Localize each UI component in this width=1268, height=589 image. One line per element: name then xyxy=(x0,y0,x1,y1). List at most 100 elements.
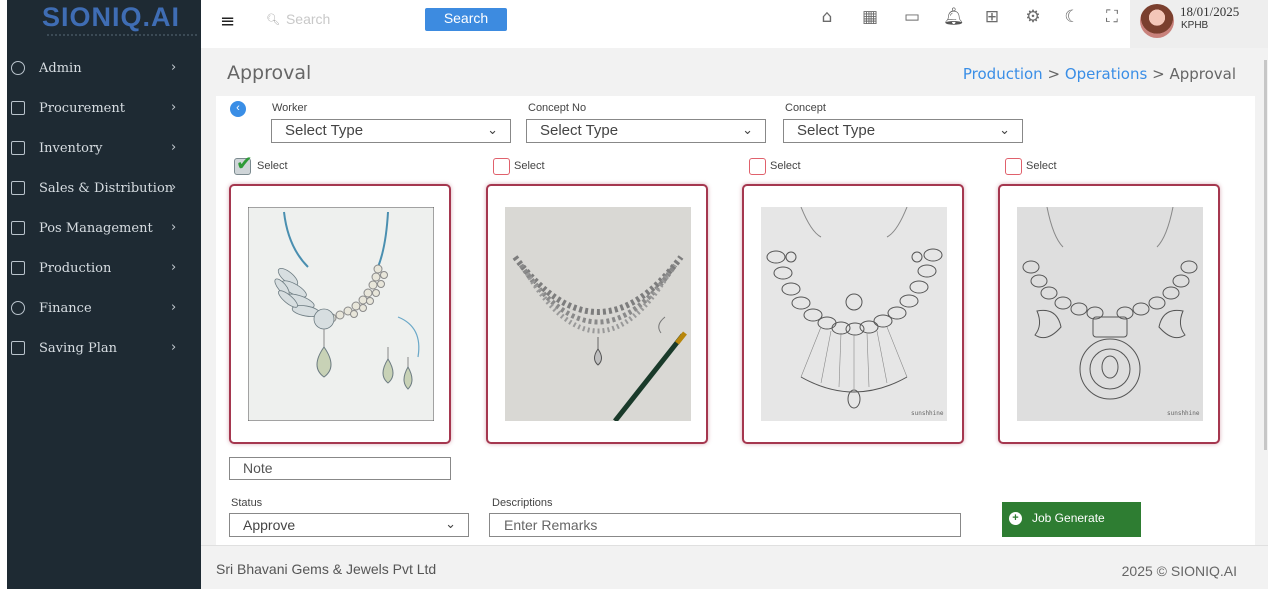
breadcrumb-separator: > xyxy=(1152,65,1165,83)
frame-icon xyxy=(11,221,25,235)
chevron-right-icon: › xyxy=(171,60,177,75)
grid-icon[interactable]: ⊞ xyxy=(983,8,1001,26)
sidebar-item-procurement[interactable]: Procurement › xyxy=(7,88,201,128)
sidebar: SIONIQ.AI Admin › Procurement › Inventor… xyxy=(7,0,201,589)
concept-no-label: Concept No xyxy=(528,102,587,114)
back-arrow-icon[interactable]: ‹ xyxy=(230,101,246,117)
approval-card: ‹ Worker Select Type ⌄ Concept No Select… xyxy=(216,96,1255,545)
sidebar-nav: Admin › Procurement › Inventory › Sales … xyxy=(7,48,201,368)
gear-flower-icon xyxy=(11,301,25,315)
search-placeholder: Search xyxy=(285,11,331,27)
design-4-checkbox[interactable] xyxy=(1005,158,1022,175)
status-select[interactable]: Approve ⌄ xyxy=(229,513,469,537)
design-2-checkbox[interactable] xyxy=(493,158,510,175)
sidebar-item-pos-management[interactable]: Pos Management › xyxy=(7,208,201,248)
chevron-right-icon: › xyxy=(171,100,177,115)
pearl-necklace-sketch-image xyxy=(505,207,691,421)
sidebar-item-label: Pos Management xyxy=(39,220,153,236)
check-icon: ✔ xyxy=(236,151,253,175)
descriptions-input[interactable]: Enter Remarks xyxy=(489,513,961,537)
breadcrumb-current: Approval xyxy=(1169,65,1236,83)
user-date: 18/01/2025 xyxy=(1180,4,1240,19)
sidebar-item-inventory[interactable]: Inventory › xyxy=(7,128,201,168)
descriptions-label: Descriptions xyxy=(492,497,553,509)
status-label: Status xyxy=(231,497,263,509)
chevron-right-icon: › xyxy=(171,180,177,195)
design-3-select-label: Select xyxy=(770,160,801,172)
logo-underline xyxy=(47,34,197,38)
list-box-icon xyxy=(11,341,25,355)
svg-text:sunshhine: sunshhine xyxy=(911,410,944,417)
sidebar-item-sales-distribution[interactable]: Sales & Distribution › xyxy=(7,168,201,208)
design-card-1[interactable] xyxy=(229,184,451,444)
user-profile[interactable]: 18/01/2025 KPHB xyxy=(1130,0,1268,48)
brand-logo: SIONIQ.AI xyxy=(42,2,181,32)
app-root: SIONIQ.AI Admin › Procurement › Inventor… xyxy=(0,0,1268,589)
avatar xyxy=(1140,4,1174,38)
note-input[interactable]: Note xyxy=(229,457,451,480)
concept-select[interactable]: Select Type ⌄ xyxy=(783,119,1023,143)
chevron-down-icon: ⌄ xyxy=(742,123,753,138)
search-button[interactable]: Search xyxy=(425,8,507,31)
design-card-3[interactable]: sunshhine xyxy=(742,184,964,444)
footer-company: Sri Bhavani Gems & Jewels Pvt Ltd xyxy=(216,561,437,577)
apps-icon[interactable]: ▦ xyxy=(861,8,879,26)
chevron-right-icon: › xyxy=(171,260,177,275)
sidebar-item-label: Admin xyxy=(39,60,82,76)
concept-select-value: Select Type xyxy=(797,122,876,139)
chevron-right-icon: › xyxy=(171,340,177,355)
sidebar-item-label: Sales & Distribution xyxy=(39,180,174,196)
sidebar-item-label: Procurement xyxy=(39,100,125,116)
design-2-select-label: Select xyxy=(514,160,545,172)
page-title: Approval xyxy=(227,62,312,84)
sidebar-item-saving-plan[interactable]: Saving Plan › xyxy=(7,328,201,368)
ticket-icon[interactable]: ▭ xyxy=(903,8,921,26)
breadcrumb-separator: > xyxy=(1047,65,1061,83)
breadcrumb-production[interactable]: Production xyxy=(963,65,1043,83)
design-card-4[interactable]: sunshhine xyxy=(998,184,1220,444)
menu-toggle-icon[interactable]: ≡ xyxy=(220,11,235,32)
job-generate-button[interactable]: + Job Generate xyxy=(1002,502,1141,537)
footer: Sri Bhavani Gems & Jewels Pvt Ltd 2025 ©… xyxy=(201,545,1268,589)
search-input[interactable]: 🔍︎ Search xyxy=(256,8,420,30)
grid-icon xyxy=(11,101,25,115)
bell-icon[interactable]: 🔔︎ xyxy=(943,8,965,26)
chevron-down-icon: ⌄ xyxy=(999,123,1010,138)
sidebar-item-label: Inventory xyxy=(39,140,103,156)
concept-no-select-value: Select Type xyxy=(540,122,619,139)
sidebar-item-label: Saving Plan xyxy=(39,340,118,356)
chevron-right-icon: › xyxy=(171,140,177,155)
design-card-2[interactable] xyxy=(486,184,708,444)
footer-copyright: 2025 © SIONIQ.AI xyxy=(1121,563,1237,579)
pendant-necklace-sketch-image: sunshhine xyxy=(1017,207,1203,421)
concept-label: Concept xyxy=(785,102,826,114)
upload-box-icon xyxy=(11,141,25,155)
search-icon: 🔍︎ xyxy=(266,13,280,26)
chevron-down-icon: ⌄ xyxy=(445,517,456,532)
moon-icon[interactable]: ☾ xyxy=(1063,8,1081,26)
home-icon[interactable]: ⌂ xyxy=(818,8,836,26)
heavy-necklace-sketch-image: sunshhine xyxy=(761,207,947,421)
design-1-select-label: Select xyxy=(257,160,288,172)
sidebar-item-production[interactable]: Production › xyxy=(7,248,201,288)
sidebar-item-label: Production xyxy=(39,260,112,276)
page-scrollbar[interactable] xyxy=(1264,60,1267,450)
worker-select[interactable]: Select Type ⌄ xyxy=(271,119,511,143)
design-4-select-label: Select xyxy=(1026,160,1057,172)
chevron-right-icon: › xyxy=(171,300,177,315)
job-generate-label: Job Generate xyxy=(1032,511,1105,525)
monitor-icon xyxy=(11,181,25,195)
design-3-checkbox[interactable] xyxy=(749,158,766,175)
settings-icon[interactable]: ⚙ xyxy=(1024,8,1042,26)
design-1-checkbox[interactable]: ✔ xyxy=(234,151,253,175)
plus-icon: + xyxy=(1009,512,1022,525)
worker-select-value: Select Type xyxy=(285,122,364,139)
svg-text:sunshhine: sunshhine xyxy=(1167,410,1200,417)
breadcrumb-operations[interactable]: Operations xyxy=(1065,65,1147,83)
columns-icon xyxy=(11,261,25,275)
fullscreen-icon[interactable]: ⛶ xyxy=(1103,8,1121,26)
sidebar-item-finance[interactable]: Finance › xyxy=(7,288,201,328)
user-branch: KPHB xyxy=(1181,20,1209,31)
concept-no-select[interactable]: Select Type ⌄ xyxy=(526,119,766,143)
sidebar-item-admin[interactable]: Admin › xyxy=(7,48,201,88)
